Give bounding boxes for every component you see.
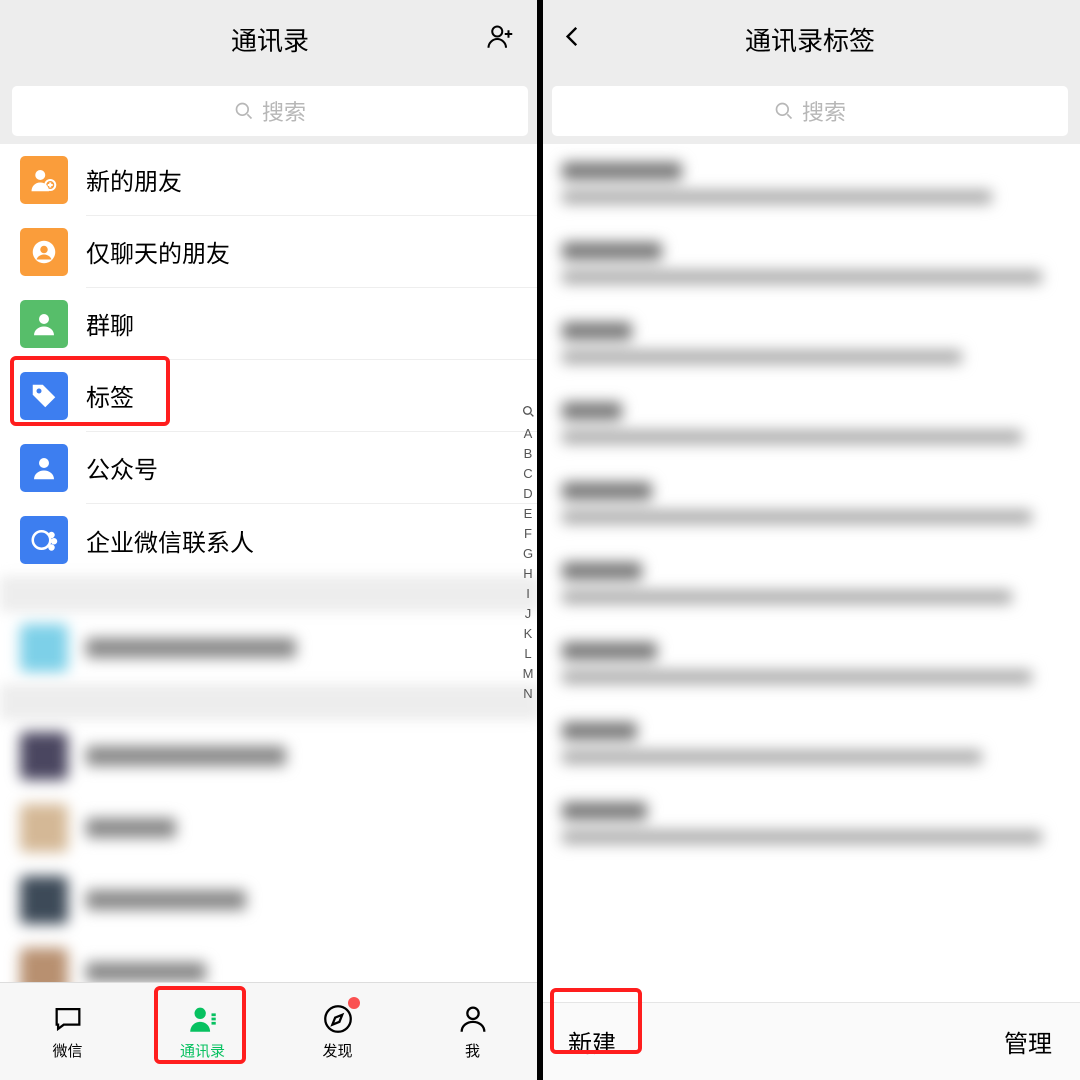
tag-item[interactable] bbox=[540, 384, 1080, 464]
right-screen: 通讯录标签 搜索 新建 管理 bbox=[540, 0, 1080, 1080]
wecom-icon bbox=[20, 516, 68, 564]
index-letter[interactable]: H bbox=[523, 564, 532, 584]
add-contact-icon[interactable] bbox=[486, 22, 516, 57]
search-input[interactable]: 搜索 bbox=[12, 86, 528, 136]
header: 通讯录 bbox=[0, 0, 540, 78]
tag-item[interactable] bbox=[540, 144, 1080, 224]
row-chat-only-friends[interactable]: 仅聊天的朋友 bbox=[0, 216, 540, 288]
tag-list bbox=[540, 144, 1080, 1002]
add-friend-icon bbox=[20, 156, 68, 204]
index-letter[interactable]: D bbox=[523, 484, 532, 504]
tab-label: 发现 bbox=[322, 1040, 352, 1061]
left-screen: 通讯录 搜索 bbox=[0, 0, 540, 1080]
tab-bar: 微信 通讯录 发现 我 bbox=[0, 982, 540, 1080]
index-letter[interactable]: L bbox=[524, 644, 531, 664]
row-wecom-contacts[interactable]: 企业微信联系人 bbox=[0, 504, 540, 576]
tab-label: 通讯录 bbox=[180, 1040, 225, 1061]
tag-item[interactable] bbox=[540, 624, 1080, 704]
index-letter[interactable]: A bbox=[524, 424, 533, 444]
tag-item[interactable] bbox=[540, 464, 1080, 544]
index-letter[interactable]: B bbox=[524, 444, 533, 464]
search-placeholder: 搜索 bbox=[262, 95, 306, 127]
tab-discover[interactable]: 发现 bbox=[270, 983, 405, 1080]
index-letter[interactable]: G bbox=[523, 544, 533, 564]
alpha-index[interactable]: A B C D E F G H I J K L M N bbox=[518, 404, 538, 704]
search-placeholder: 搜索 bbox=[802, 95, 846, 127]
index-letter[interactable]: K bbox=[524, 624, 533, 644]
search-input[interactable]: 搜索 bbox=[552, 86, 1068, 136]
tab-label: 微信 bbox=[52, 1040, 82, 1061]
tab-wechat[interactable]: 微信 bbox=[0, 983, 135, 1080]
tag-item[interactable] bbox=[540, 704, 1080, 784]
header: 通讯录标签 bbox=[540, 0, 1080, 78]
tab-label: 我 bbox=[465, 1040, 480, 1061]
index-letter[interactable]: N bbox=[523, 684, 532, 704]
screen-divider bbox=[537, 0, 543, 1080]
index-letter[interactable]: J bbox=[525, 604, 532, 624]
search-wrap: 搜索 bbox=[0, 78, 540, 144]
page-title: 通讯录 bbox=[231, 21, 309, 58]
index-letter[interactable]: E bbox=[524, 504, 533, 524]
contact-list: 新的朋友 仅聊天的朋友 群聊 bbox=[0, 144, 540, 982]
tag-item[interactable] bbox=[540, 224, 1080, 304]
row-label: 标签 bbox=[86, 378, 134, 413]
footer: 新建 管理 bbox=[540, 1002, 1080, 1080]
tag-item[interactable] bbox=[540, 544, 1080, 624]
notification-dot bbox=[348, 997, 360, 1009]
row-label: 群聊 bbox=[86, 306, 134, 341]
index-letter[interactable]: F bbox=[524, 524, 532, 544]
index-search-icon[interactable] bbox=[522, 404, 535, 424]
tag-item[interactable] bbox=[540, 784, 1080, 864]
row-new-friends[interactable]: 新的朋友 bbox=[0, 144, 540, 216]
index-letter[interactable]: C bbox=[523, 464, 532, 484]
tab-me[interactable]: 我 bbox=[405, 983, 540, 1080]
row-official-accounts[interactable]: 公众号 bbox=[0, 432, 540, 504]
row-label: 仅聊天的朋友 bbox=[86, 234, 230, 269]
back-icon[interactable] bbox=[560, 24, 586, 55]
row-group-chats[interactable]: 群聊 bbox=[0, 288, 540, 360]
row-label: 新的朋友 bbox=[86, 162, 182, 197]
blurred-contacts bbox=[0, 576, 540, 982]
official-icon bbox=[20, 444, 68, 492]
row-label: 企业微信联系人 bbox=[86, 523, 254, 558]
search-wrap: 搜索 bbox=[540, 78, 1080, 144]
index-letter[interactable]: M bbox=[523, 664, 534, 684]
group-icon bbox=[20, 300, 68, 348]
manage-button[interactable]: 管理 bbox=[1004, 1024, 1052, 1059]
index-letter[interactable]: I bbox=[526, 584, 530, 604]
tag-item[interactable] bbox=[540, 304, 1080, 384]
row-label: 公众号 bbox=[86, 450, 158, 485]
page-title: 通讯录标签 bbox=[745, 21, 875, 58]
chat-friend-icon bbox=[20, 228, 68, 276]
new-button[interactable]: 新建 bbox=[568, 1024, 616, 1059]
tag-icon bbox=[20, 372, 68, 420]
tab-contacts[interactable]: 通讯录 bbox=[135, 983, 270, 1080]
row-tags[interactable]: 标签 bbox=[0, 360, 540, 432]
